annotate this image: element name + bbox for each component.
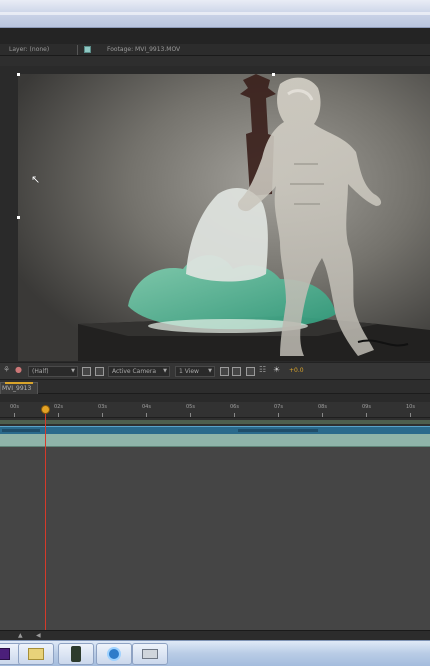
tick-label: 05s bbox=[186, 404, 195, 410]
layer-handle-mid-left[interactable] bbox=[17, 216, 20, 219]
tick-label: 00s bbox=[10, 404, 19, 410]
tick-mark bbox=[146, 413, 147, 417]
fast-preview-icon[interactable] bbox=[232, 367, 241, 376]
scroll-left-icon[interactable]: ◀ bbox=[36, 632, 41, 639]
zoom-out-icon[interactable]: ▲ bbox=[18, 632, 23, 639]
viewer-toolbar: ⚘ ● (Half) ▼ Active Camera ▼ 1 View ▼ ☷ ☀ +… bbox=[0, 362, 430, 380]
transparency-grid-icon[interactable] bbox=[95, 367, 104, 376]
playhead-line[interactable] bbox=[45, 410, 46, 630]
tick-mark bbox=[102, 413, 103, 417]
region-of-interest-icon[interactable] bbox=[82, 367, 91, 376]
windows-taskbar bbox=[0, 640, 430, 666]
statue-scene-image bbox=[18, 74, 430, 361]
layer-marker bbox=[2, 429, 40, 432]
timeline-toggle-icon[interactable] bbox=[246, 367, 255, 376]
tick-label: 08s bbox=[318, 404, 327, 410]
tick-label: 06s bbox=[230, 404, 239, 410]
camera-select[interactable]: Active Camera ▼ bbox=[108, 366, 170, 377]
tick-mark bbox=[58, 413, 59, 417]
after-effects-window: Layer: (none) Footage: MVI_9913.MOV ↖ ⚘ … bbox=[0, 0, 430, 666]
timeline-footer: ▲ ◀ bbox=[0, 630, 430, 640]
media-encoder-icon[interactable] bbox=[58, 643, 94, 665]
folder-icon[interactable] bbox=[18, 643, 54, 665]
viewer-info-strip bbox=[0, 56, 430, 66]
tick-label: 07s bbox=[274, 404, 283, 410]
work-area-bar[interactable] bbox=[0, 418, 430, 426]
tick-mark bbox=[410, 413, 411, 417]
tick-mark bbox=[190, 413, 191, 417]
layer-handle-top-left[interactable] bbox=[17, 73, 20, 76]
tab-footage[interactable]: Footage: MVI_9913.MOV bbox=[107, 45, 180, 55]
resolution-select[interactable]: (Half) ▼ bbox=[28, 366, 78, 377]
footage-frame[interactable]: ↖ bbox=[18, 74, 430, 361]
quicktime-icon[interactable] bbox=[96, 643, 132, 665]
layer-duration-bar[interactable] bbox=[0, 426, 430, 434]
tab-divider bbox=[77, 45, 78, 55]
work-area-range[interactable] bbox=[0, 420, 430, 424]
footage-viewer[interactable]: ↖ bbox=[0, 56, 430, 362]
tick-label: 03s bbox=[98, 404, 107, 410]
tab-layer[interactable]: Layer: (none) bbox=[9, 45, 49, 55]
snapshot-icon[interactable]: ⚘ bbox=[3, 365, 12, 374]
timeline-track-area[interactable] bbox=[0, 447, 430, 630]
tick-label: 09s bbox=[362, 404, 371, 410]
tick-mark bbox=[278, 413, 279, 417]
tick-label: 02s bbox=[54, 404, 63, 410]
tick-mark bbox=[322, 413, 323, 417]
view-layout-select[interactable]: 1 View ▼ bbox=[175, 366, 215, 377]
footage-color-icon bbox=[84, 46, 91, 53]
toggle-pixel-aspect-icon[interactable] bbox=[220, 367, 229, 376]
time-ruler[interactable]: 00s 02s 03s 04s 05s 06s 07s 08s 09s 10s bbox=[0, 402, 430, 418]
viewer-tab-bar: Layer: (none) Footage: MVI_9913.MOV bbox=[0, 44, 430, 56]
flowchart-icon[interactable]: ☷ bbox=[259, 365, 268, 374]
tick-mark bbox=[366, 413, 367, 417]
window-title-bar bbox=[0, 0, 430, 28]
timeline-tab-bar: MVI_9913 bbox=[0, 380, 430, 394]
tick-label: 10s bbox=[406, 404, 415, 410]
layer-handle-top-mid[interactable] bbox=[272, 73, 275, 76]
playhead-handle[interactable] bbox=[41, 405, 50, 414]
color-channel-icon[interactable]: ● bbox=[15, 365, 24, 374]
arrow-cursor-icon: ↖ bbox=[31, 173, 41, 186]
timeline-header-row bbox=[0, 394, 430, 402]
tick-label: 04s bbox=[142, 404, 151, 410]
layer-marker bbox=[238, 429, 318, 432]
exposure-value[interactable]: +0.0 bbox=[289, 367, 304, 374]
tab-composition[interactable]: MVI_9913 bbox=[0, 382, 38, 394]
exposure-icon[interactable]: ☀ bbox=[273, 365, 282, 374]
layer-track-bar[interactable] bbox=[0, 434, 430, 447]
panel-tab-row bbox=[0, 28, 430, 44]
drive-icon[interactable] bbox=[132, 643, 168, 665]
tick-mark bbox=[14, 413, 15, 417]
tick-mark bbox=[234, 413, 235, 417]
